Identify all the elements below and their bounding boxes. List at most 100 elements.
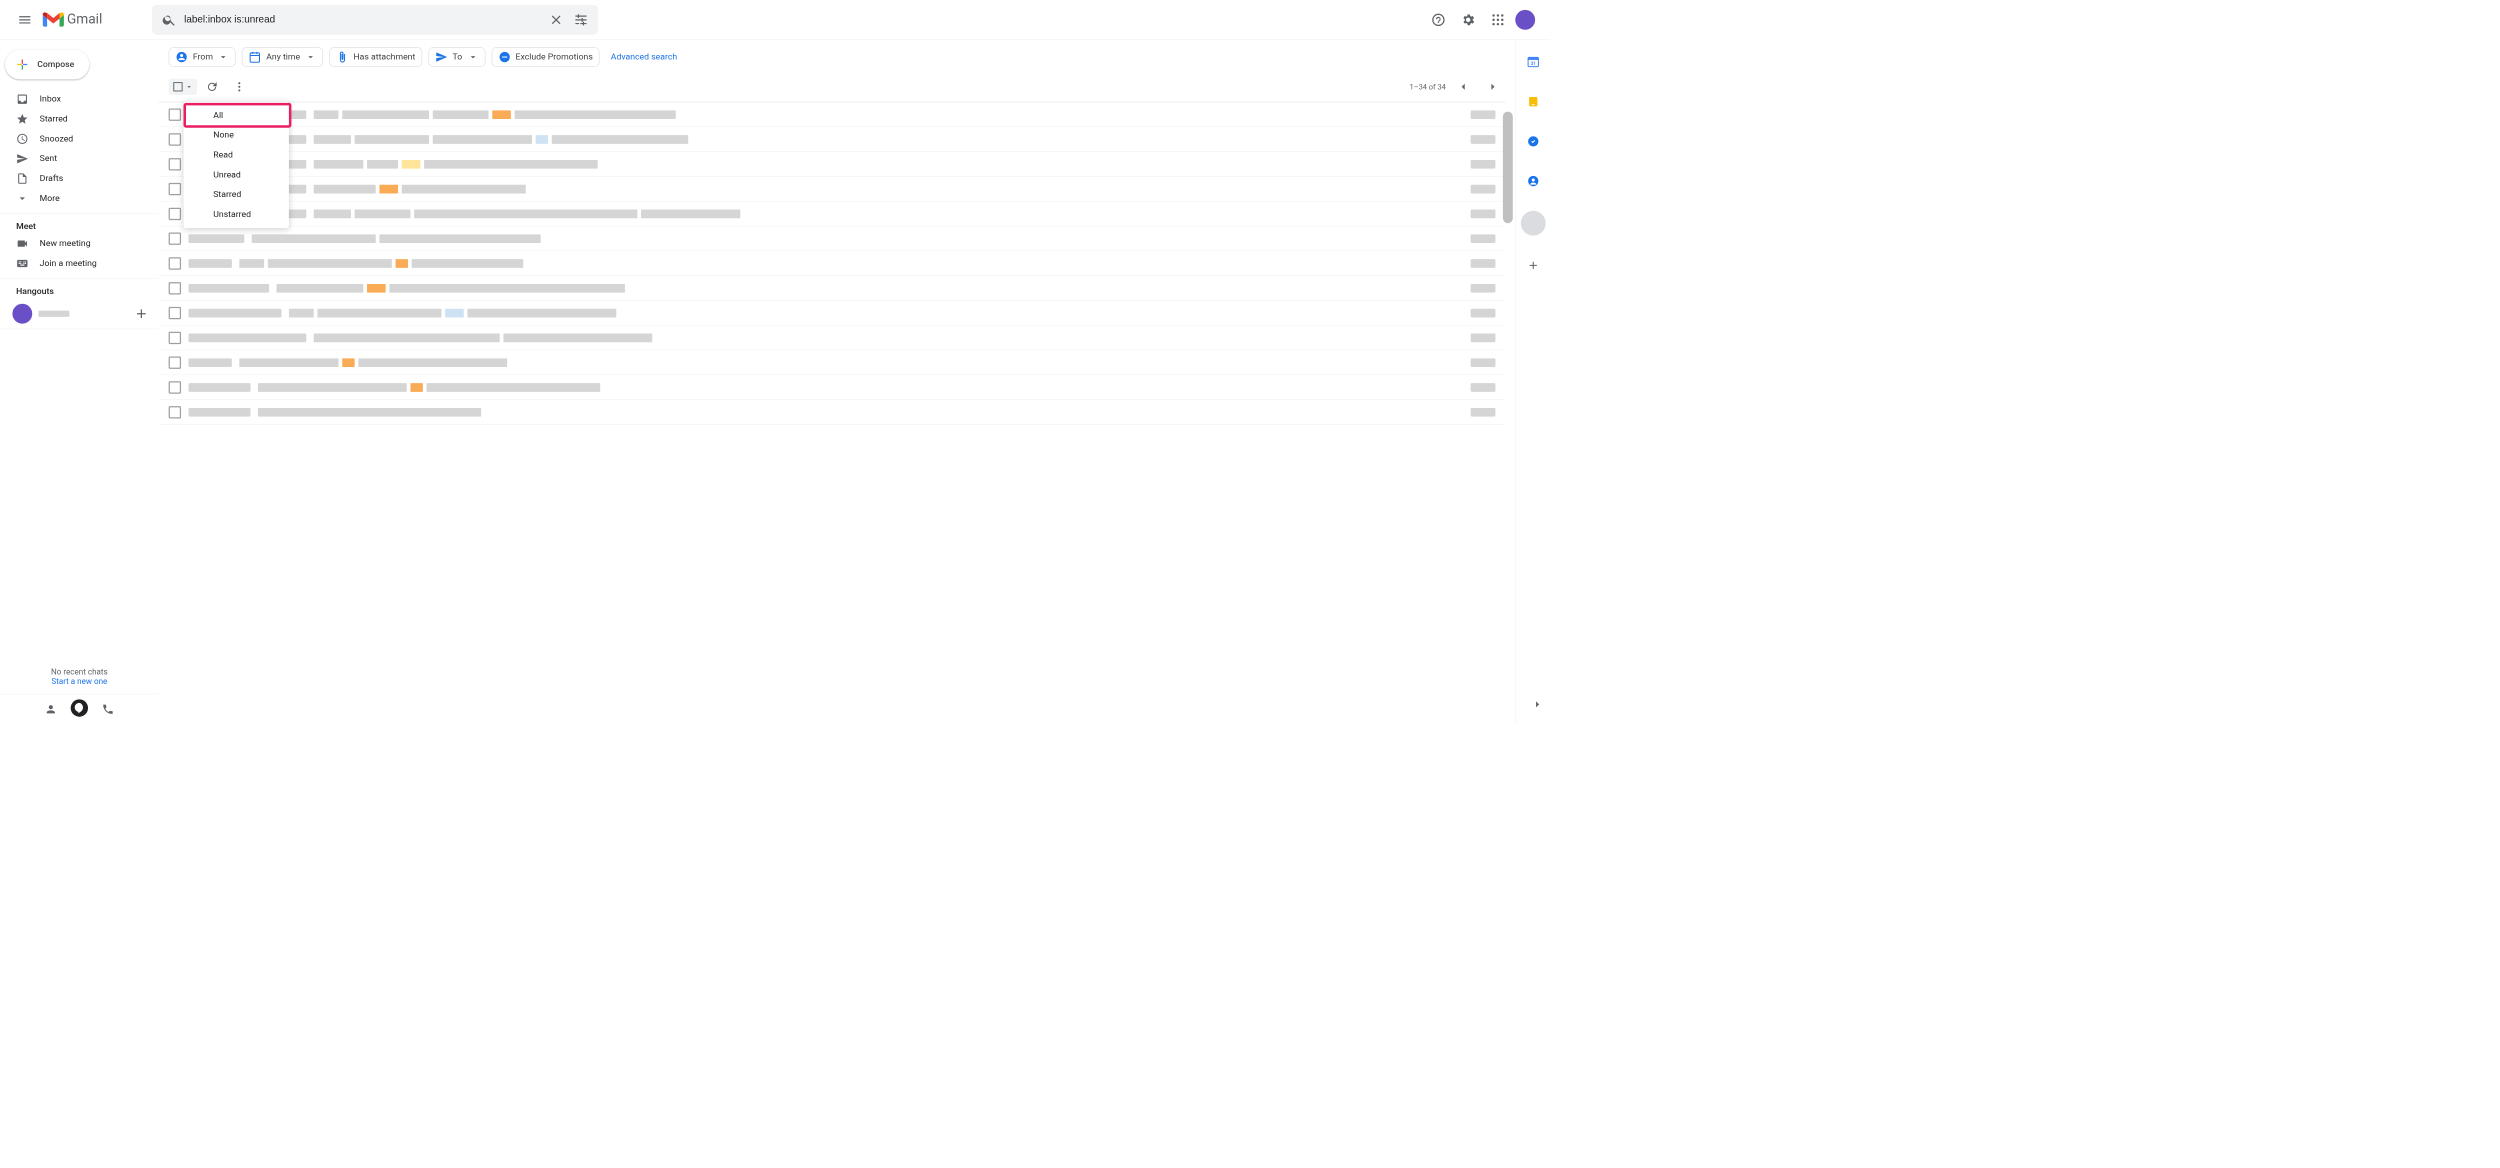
row-checkbox[interactable] [169,108,181,120]
settings-button[interactable] [1456,7,1481,32]
header-actions [1426,7,1540,32]
sidebar-item-drafts[interactable]: Drafts [0,169,159,189]
email-row[interactable] [159,276,1506,301]
email-row[interactable] [159,127,1506,152]
row-checkbox[interactable] [169,356,181,368]
row-checkbox[interactable] [169,158,181,170]
contacts-app-button[interactable] [1521,169,1546,194]
email-list[interactable] [159,102,1506,724]
main-menu-button[interactable] [10,5,40,35]
send-icon [16,153,28,165]
sidebar-item-join-meeting[interactable]: Join a meeting [0,254,159,274]
blurred-time [1471,408,1496,417]
clear-search-button[interactable] [544,7,569,32]
select-all-checkbox[interactable] [169,79,198,95]
advanced-search-link[interactable]: Advanced search [611,52,677,62]
tasks-app-icon [1527,135,1539,147]
pagination-info: 1–34 of 34 [1410,74,1506,99]
row-checkbox[interactable] [169,232,181,244]
caret-down-icon [185,82,194,91]
row-checkbox[interactable] [169,207,181,219]
sidebar-item-starred[interactable]: Starred [0,109,159,129]
blurred-time [1471,308,1496,317]
email-row[interactable] [159,152,1506,177]
content-area: From Any time Has attachment To Exclude … [159,40,1516,724]
row-checkbox[interactable] [169,257,181,269]
chip-label: To [453,52,463,62]
email-row[interactable] [159,177,1506,202]
email-row[interactable] [159,102,1506,127]
blurred-sender [188,383,250,392]
filter-any-time[interactable]: Any time [242,47,323,67]
blurred-subject [314,160,1463,169]
hangouts-user-row[interactable] [0,299,159,329]
hangouts-contacts-button[interactable] [38,699,63,719]
account-avatar[interactable] [1515,10,1535,30]
support-button[interactable] [1426,7,1451,32]
search-input[interactable] [182,14,544,25]
plus-multicolor-icon [15,57,30,72]
next-page-button[interactable] [1481,74,1506,99]
add-contact-button[interactable] [134,306,149,321]
get-addons-button[interactable] [1521,253,1546,278]
email-row[interactable] [159,350,1506,375]
keep-app-button[interactable] [1521,89,1546,114]
sidebar-item-sent[interactable]: Sent [0,149,159,169]
blurred-time [1471,358,1496,367]
select-menu-read[interactable]: Read [184,145,289,165]
email-row[interactable] [159,326,1506,351]
hangouts-chat-button[interactable] [71,699,88,716]
filter-has-attachment[interactable]: Has attachment [329,47,422,67]
sidebar-item-more[interactable]: More [0,188,159,208]
blurred-subject [314,333,1463,342]
select-menu-unread[interactable]: Unread [184,165,289,185]
email-row[interactable] [159,226,1506,251]
email-row[interactable] [159,202,1506,227]
filter-exclude-promotions[interactable]: Exclude Promotions [491,47,599,67]
sidebar-item-new-meeting[interactable]: New meeting [0,234,159,254]
side-panel-toggle[interactable] [1525,692,1550,717]
hangouts-phone-button[interactable] [95,699,120,719]
row-checkbox[interactable] [169,282,181,294]
select-menu-unstarred[interactable]: Unstarred [184,205,289,225]
row-checkbox[interactable] [169,331,181,343]
sidebar-bottom-icons [0,694,159,724]
blurred-sender [188,234,244,243]
start-chat-link[interactable]: Start a new one [51,677,107,686]
apps-button[interactable] [1486,7,1511,32]
search-button[interactable] [157,7,182,32]
filter-to[interactable]: To [428,47,485,67]
tasks-app-button[interactable] [1521,129,1546,154]
send-blue-icon [435,51,447,63]
gmail-logo[interactable]: Gmail [42,11,102,28]
refresh-button[interactable] [200,74,225,99]
row-checkbox[interactable] [169,133,181,145]
email-row[interactable] [159,251,1506,276]
blurred-sender [188,284,269,293]
filter-from[interactable]: From [169,47,236,67]
sidebar-item-inbox[interactable]: Inbox [0,89,159,109]
search-bar [152,5,598,35]
side-divider [1521,211,1546,236]
row-checkbox[interactable] [169,307,181,319]
scrollbar-thumb[interactable] [1503,112,1513,224]
email-row[interactable] [159,400,1506,425]
select-menu-starred[interactable]: Starred [184,185,289,205]
sidebar-item-snoozed[interactable]: Snoozed [0,129,159,149]
row-checkbox[interactable] [169,381,181,393]
sidebar-item-label: Inbox [40,94,61,104]
select-menu-none[interactable]: None [184,125,289,145]
select-menu-all[interactable]: All [184,105,289,125]
search-options-button[interactable] [569,7,594,32]
blurred-time [1471,160,1496,169]
calendar-icon [249,51,261,63]
compose-button[interactable]: Compose [5,50,89,80]
row-checkbox[interactable] [169,406,181,418]
email-row[interactable] [159,375,1506,400]
email-row[interactable] [159,301,1506,326]
calendar-app-button[interactable]: 31 [1521,50,1546,75]
prev-page-button[interactable] [1451,74,1476,99]
row-checkbox[interactable] [169,183,181,195]
filter-bar: From Any time Has attachment To Exclude … [159,40,1516,72]
more-actions-button[interactable] [227,74,252,99]
